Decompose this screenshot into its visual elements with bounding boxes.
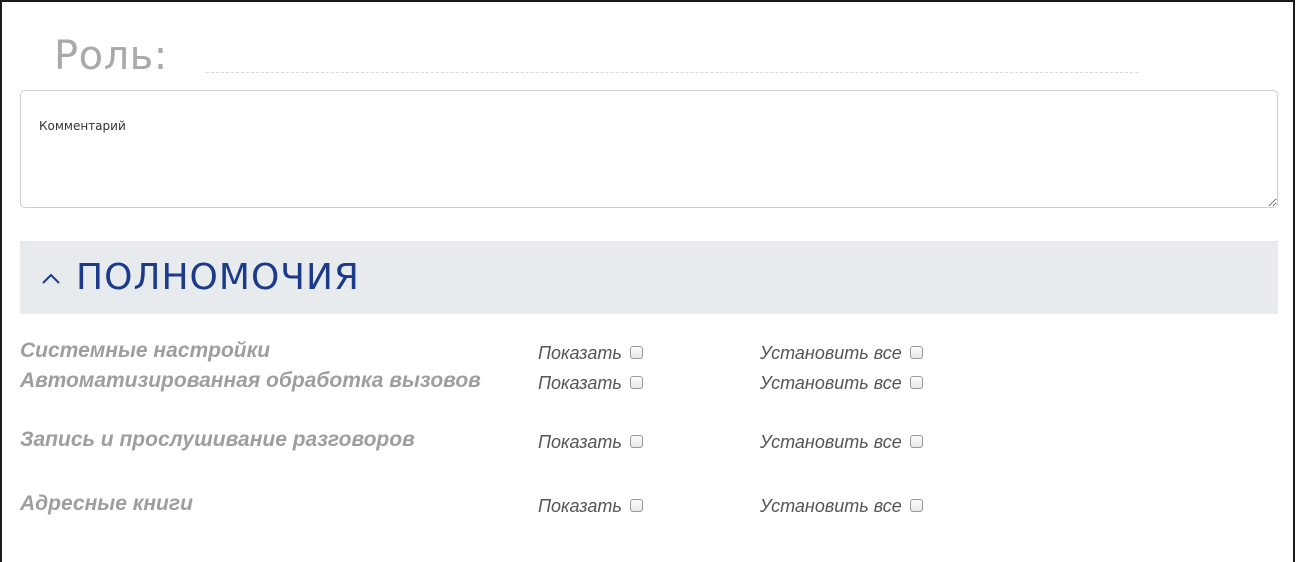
- set-all-option: Установить все: [760, 336, 1020, 366]
- show-label: Показать: [538, 431, 622, 452]
- permission-row: Запись и прослушивание разговоров Показа…: [20, 425, 1020, 489]
- set-all-checkbox[interactable]: [909, 434, 923, 448]
- show-label: Показать: [538, 495, 622, 516]
- show-label: Показать: [538, 342, 622, 363]
- set-all-checkbox[interactable]: [909, 498, 923, 512]
- show-checkbox[interactable]: [629, 434, 643, 448]
- show-option: Показать: [538, 489, 760, 519]
- set-all-label: Установить все: [760, 342, 902, 363]
- show-option: Показать: [538, 425, 760, 455]
- permission-name: Адресные книги: [20, 492, 193, 515]
- permissions-list: Системные настройки Показать Установить …: [20, 336, 1020, 529]
- set-all-label: Установить все: [760, 372, 902, 393]
- set-all-option: Установить все: [760, 425, 1020, 455]
- permission-row: Системные настройки Показать Установить …: [20, 336, 1020, 366]
- chevron-up-icon: [40, 268, 62, 290]
- comment-textarea[interactable]: [20, 90, 1278, 208]
- permission-row: Адресные книги Показать Установить все: [20, 489, 1020, 529]
- show-label: Показать: [538, 372, 622, 393]
- permission-row: Автоматизированная обработка вызовов Пок…: [20, 366, 1020, 425]
- permission-name: Системные настройки: [20, 339, 271, 362]
- show-option: Показать: [538, 336, 760, 366]
- permissions-section-header[interactable]: ПОЛНОМОЧИЯ: [20, 241, 1278, 314]
- set-all-option: Установить все: [760, 366, 1020, 396]
- set-all-checkbox[interactable]: [909, 345, 923, 359]
- role-name-input[interactable]: [206, 42, 1138, 73]
- show-checkbox[interactable]: [629, 345, 643, 359]
- set-all-label: Установить все: [760, 431, 902, 452]
- show-checkbox[interactable]: [629, 498, 643, 512]
- set-all-label: Установить все: [760, 495, 902, 516]
- set-all-option: Установить все: [760, 489, 1020, 519]
- show-checkbox[interactable]: [629, 375, 643, 389]
- permission-name: Автоматизированная обработка вызовов: [20, 369, 481, 392]
- show-option: Показать: [538, 366, 760, 396]
- role-label: Роль:: [54, 33, 168, 79]
- permissions-section-title: ПОЛНОМОЧИЯ: [76, 257, 360, 298]
- role-field-row: Роль:: [54, 16, 168, 76]
- set-all-checkbox[interactable]: [909, 375, 923, 389]
- form-panel: Роль: ПОЛНОМОЧИЯ Системные настройки Пок…: [0, 0, 1295, 562]
- permission-name: Запись и прослушивание разговоров: [20, 428, 415, 451]
